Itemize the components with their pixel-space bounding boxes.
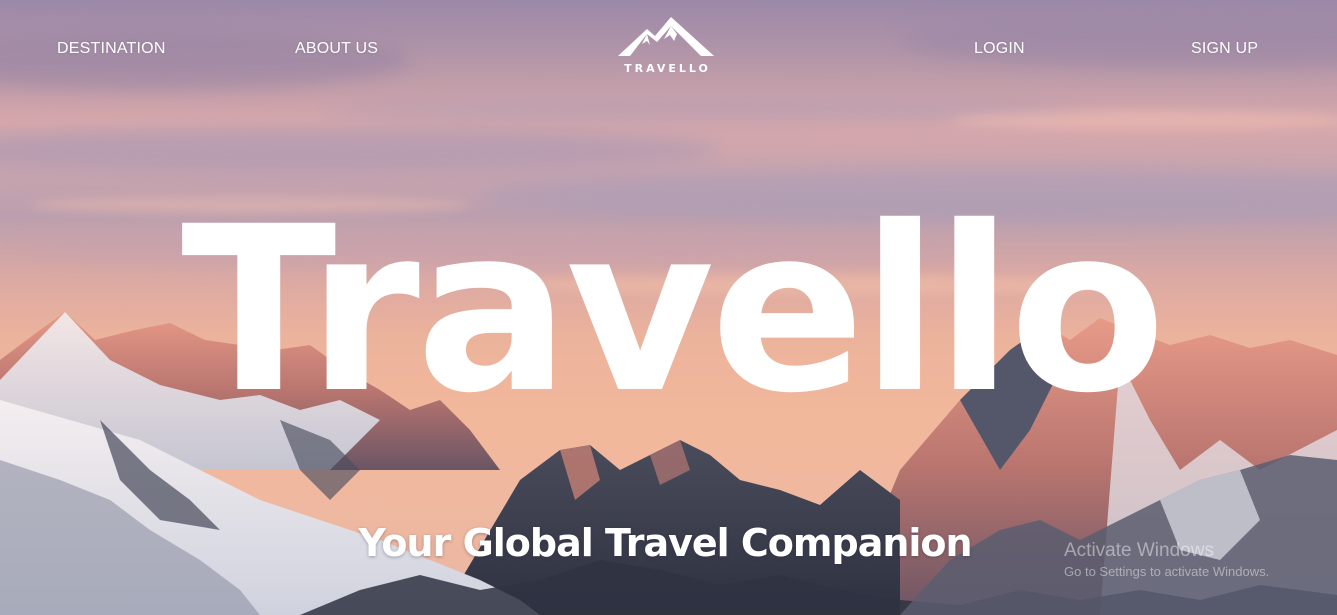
hero-section: DESTINATION ABOUT US TRAVELLO LOGIN SIGN… xyxy=(0,0,1337,615)
watermark-subtitle: Go to Settings to activate Windows. xyxy=(1064,564,1270,579)
nav-about-us[interactable]: ABOUT US xyxy=(295,40,378,58)
mountain-peaks-icon xyxy=(618,17,714,56)
logo-text: TRAVELLO xyxy=(624,62,711,75)
nav-login[interactable]: LOGIN xyxy=(974,40,1025,58)
windows-activation-watermark: Activate Windows Go to Settings to activ… xyxy=(1064,540,1269,582)
travello-logo[interactable]: TRAVELLO xyxy=(616,14,716,80)
watermark-title: Activate Windows xyxy=(1064,540,1214,561)
hero-title: Travello xyxy=(181,177,1166,443)
nav-destination[interactable]: DESTINATION xyxy=(57,40,166,58)
nav-sign-up[interactable]: SIGN UP xyxy=(1191,40,1258,58)
